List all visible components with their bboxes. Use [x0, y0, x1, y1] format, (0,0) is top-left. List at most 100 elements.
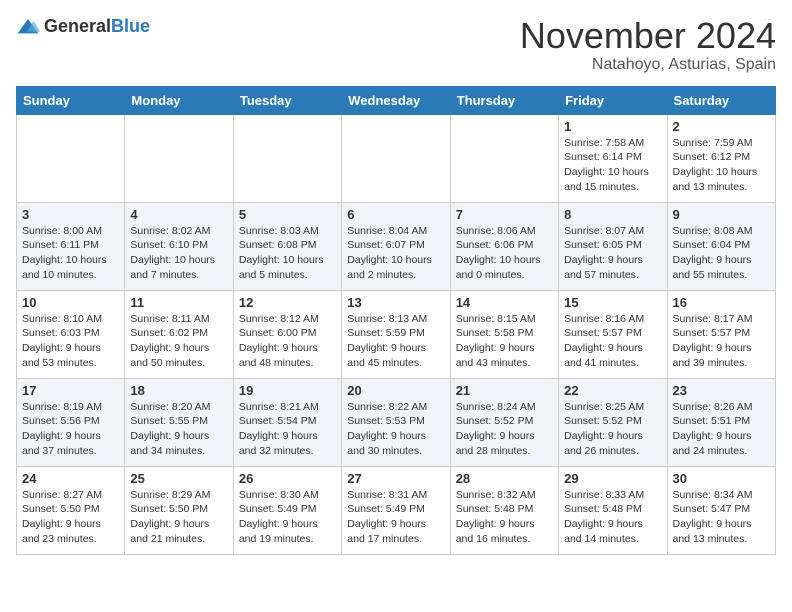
day-number: 15 — [564, 295, 661, 310]
day-number: 26 — [239, 471, 336, 486]
day-info: Sunrise: 8:04 AM Sunset: 6:07 PM Dayligh… — [347, 224, 444, 283]
day-number: 28 — [456, 471, 553, 486]
calendar-cell: 13Sunrise: 8:13 AM Sunset: 5:59 PM Dayli… — [342, 290, 450, 378]
calendar-cell: 15 Sunrise: 8:16 AM Sunset: 5:57 PM Dayli… — [559, 290, 667, 378]
calendar-cell: 3Sunrise: 8:00 AM Sunset: 6:11 PM Daylig… — [17, 202, 125, 290]
calendar-cell: 22 Sunrise: 8:25 AM Sunset: 5:52 PM Dayli… — [559, 378, 667, 466]
calendar-cell: 8 Sunrise: 8:07 AM Sunset: 6:05 PM Daylig… — [559, 202, 667, 290]
day-info: Sunrise: 8:29 AM Sunset: 5:50 PM Dayligh… — [130, 488, 227, 547]
day-number: 27 — [347, 471, 444, 486]
calendar-cell: 6Sunrise: 8:04 AM Sunset: 6:07 PM Daylig… — [342, 202, 450, 290]
day-number: 7 — [456, 207, 553, 222]
logo-blue: Blue — [111, 16, 150, 36]
day-number: 1 — [564, 119, 661, 134]
calendar-cell: 12 Sunrise: 8:12 AM Sunset: 6:00 PM Dayli… — [233, 290, 341, 378]
day-info: Sunrise: 8:26 AM Sunset: 5:51 PM Dayligh… — [673, 400, 770, 459]
logo-general: General — [44, 16, 111, 36]
calendar-body: 1 Sunrise: 7:58 AM Sunset: 6:14 PM Daylig… — [17, 114, 776, 554]
day-info: Sunrise: 8:00 AM Sunset: 6:11 PM Dayligh… — [22, 224, 119, 283]
day-info: Sunrise: 7:59 AM Sunset: 6:12 PM Dayligh… — [673, 136, 770, 195]
header: GeneralBlue November 2024 Natahoyo, Astu… — [16, 16, 776, 74]
day-number: 22 — [564, 383, 661, 398]
day-number: 23 — [673, 383, 770, 398]
location-title: Natahoyo, Asturias, Spain — [520, 56, 776, 74]
calendar-cell: 25 Sunrise: 8:29 AM Sunset: 5:50 PM Dayli… — [125, 466, 233, 554]
day-number: 13 — [347, 295, 444, 310]
logo-icon — [16, 17, 40, 37]
calendar-cell: 2 Sunrise: 7:59 AM Sunset: 6:12 PM Daylig… — [667, 114, 775, 202]
calendar-cell — [450, 114, 558, 202]
weekday-header: Monday — [125, 86, 233, 114]
day-info: Sunrise: 8:08 AM Sunset: 6:04 PM Dayligh… — [673, 224, 770, 283]
calendar-cell — [233, 114, 341, 202]
day-number: 30 — [673, 471, 770, 486]
calendar-cell: 21 Sunrise: 8:24 AM Sunset: 5:52 PM Dayli… — [450, 378, 558, 466]
day-info: Sunrise: 7:58 AM Sunset: 6:14 PM Dayligh… — [564, 136, 661, 195]
day-info: Sunrise: 8:24 AM Sunset: 5:52 PM Dayligh… — [456, 400, 553, 459]
day-number: 25 — [130, 471, 227, 486]
day-number: 21 — [456, 383, 553, 398]
day-number: 2 — [673, 119, 770, 134]
calendar-cell: 9Sunrise: 8:08 AM Sunset: 6:04 PM Daylig… — [667, 202, 775, 290]
calendar-cell — [342, 114, 450, 202]
calendar-cell: 16Sunrise: 8:17 AM Sunset: 5:57 PM Dayli… — [667, 290, 775, 378]
calendar-cell — [17, 114, 125, 202]
calendar-cell — [125, 114, 233, 202]
day-info: Sunrise: 8:34 AM Sunset: 5:47 PM Dayligh… — [673, 488, 770, 547]
day-number: 8 — [564, 207, 661, 222]
day-info: Sunrise: 8:10 AM Sunset: 6:03 PM Dayligh… — [22, 312, 119, 371]
day-info: Sunrise: 8:12 AM Sunset: 6:00 PM Dayligh… — [239, 312, 336, 371]
day-info: Sunrise: 8:27 AM Sunset: 5:50 PM Dayligh… — [22, 488, 119, 547]
day-number: 19 — [239, 383, 336, 398]
day-info: Sunrise: 8:25 AM Sunset: 5:52 PM Dayligh… — [564, 400, 661, 459]
day-info: Sunrise: 8:15 AM Sunset: 5:58 PM Dayligh… — [456, 312, 553, 371]
calendar-cell: 10 Sunrise: 8:10 AM Sunset: 6:03 PM Dayli… — [17, 290, 125, 378]
calendar-week-row: 24 Sunrise: 8:27 AM Sunset: 5:50 PM Dayli… — [17, 466, 776, 554]
calendar-week-row: 1 Sunrise: 7:58 AM Sunset: 6:14 PM Daylig… — [17, 114, 776, 202]
weekday-header: Sunday — [17, 86, 125, 114]
day-info: Sunrise: 8:17 AM Sunset: 5:57 PM Dayligh… — [673, 312, 770, 371]
day-info: Sunrise: 8:31 AM Sunset: 5:49 PM Dayligh… — [347, 488, 444, 547]
day-info: Sunrise: 8:21 AM Sunset: 5:54 PM Dayligh… — [239, 400, 336, 459]
day-number: 11 — [130, 295, 227, 310]
calendar-cell: 4 Sunrise: 8:02 AM Sunset: 6:10 PM Daylig… — [125, 202, 233, 290]
title-area: November 2024 Natahoyo, Asturias, Spain — [520, 16, 776, 74]
day-number: 12 — [239, 295, 336, 310]
day-number: 10 — [22, 295, 119, 310]
calendar-week-row: 10 Sunrise: 8:10 AM Sunset: 6:03 PM Dayli… — [17, 290, 776, 378]
day-info: Sunrise: 8:33 AM Sunset: 5:48 PM Dayligh… — [564, 488, 661, 547]
header-row: SundayMondayTuesdayWednesdayThursdayFrid… — [17, 86, 776, 114]
calendar-cell: 29 Sunrise: 8:33 AM Sunset: 5:48 PM Dayli… — [559, 466, 667, 554]
weekday-header: Tuesday — [233, 86, 341, 114]
calendar-cell: 7Sunrise: 8:06 AM Sunset: 6:06 PM Daylig… — [450, 202, 558, 290]
day-number: 20 — [347, 383, 444, 398]
day-number: 24 — [22, 471, 119, 486]
calendar-header: SundayMondayTuesdayWednesdayThursdayFrid… — [17, 86, 776, 114]
day-info: Sunrise: 8:07 AM Sunset: 6:05 PM Dayligh… — [564, 224, 661, 283]
calendar-cell: 20 Sunrise: 8:22 AM Sunset: 5:53 PM Dayli… — [342, 378, 450, 466]
month-title: November 2024 — [520, 16, 776, 56]
day-info: Sunrise: 8:32 AM Sunset: 5:48 PM Dayligh… — [456, 488, 553, 547]
day-info: Sunrise: 8:11 AM Sunset: 6:02 PM Dayligh… — [130, 312, 227, 371]
day-info: Sunrise: 8:16 AM Sunset: 5:57 PM Dayligh… — [564, 312, 661, 371]
weekday-header: Thursday — [450, 86, 558, 114]
calendar-week-row: 17 Sunrise: 8:19 AM Sunset: 5:56 PM Dayli… — [17, 378, 776, 466]
day-number: 17 — [22, 383, 119, 398]
weekday-header: Saturday — [667, 86, 775, 114]
calendar-table: SundayMondayTuesdayWednesdayThursdayFrid… — [16, 86, 776, 555]
day-info: Sunrise: 8:30 AM Sunset: 5:49 PM Dayligh… — [239, 488, 336, 547]
day-number: 5 — [239, 207, 336, 222]
calendar-cell: 30 Sunrise: 8:34 AM Sunset: 5:47 PM Dayli… — [667, 466, 775, 554]
calendar-cell: 24 Sunrise: 8:27 AM Sunset: 5:50 PM Dayli… — [17, 466, 125, 554]
day-info: Sunrise: 8:22 AM Sunset: 5:53 PM Dayligh… — [347, 400, 444, 459]
day-number: 4 — [130, 207, 227, 222]
day-info: Sunrise: 8:03 AM Sunset: 6:08 PM Dayligh… — [239, 224, 336, 283]
logo: GeneralBlue — [16, 16, 150, 37]
day-info: Sunrise: 8:19 AM Sunset: 5:56 PM Dayligh… — [22, 400, 119, 459]
calendar-week-row: 3Sunrise: 8:00 AM Sunset: 6:11 PM Daylig… — [17, 202, 776, 290]
day-number: 29 — [564, 471, 661, 486]
weekday-header: Wednesday — [342, 86, 450, 114]
calendar-cell: 18Sunrise: 8:20 AM Sunset: 5:55 PM Dayli… — [125, 378, 233, 466]
day-info: Sunrise: 8:02 AM Sunset: 6:10 PM Dayligh… — [130, 224, 227, 283]
calendar-cell: 11 Sunrise: 8:11 AM Sunset: 6:02 PM Dayli… — [125, 290, 233, 378]
